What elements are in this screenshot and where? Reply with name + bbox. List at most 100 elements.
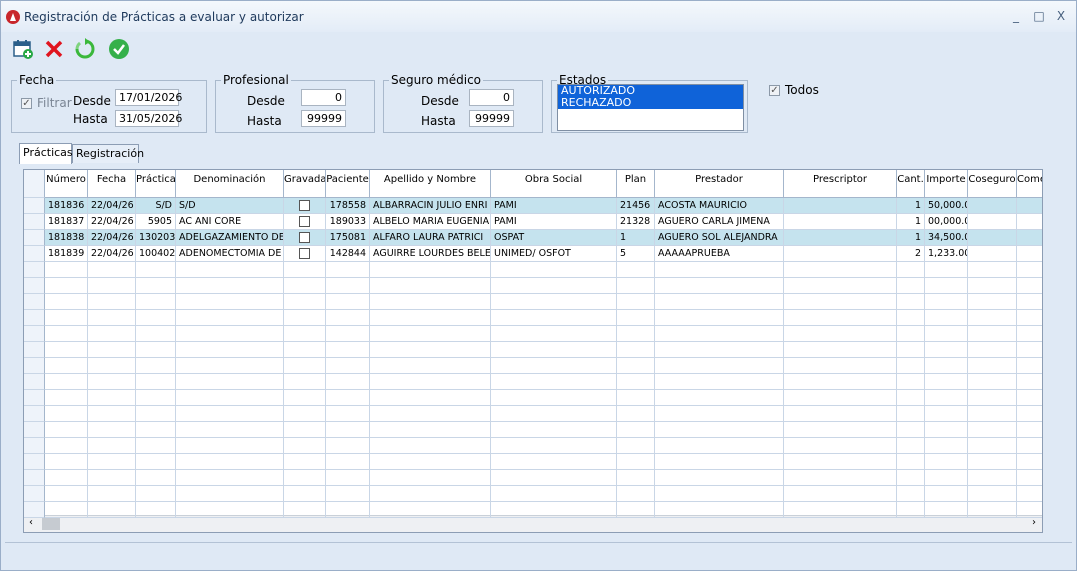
cell-numero[interactable] [45,390,88,406]
column-header-plan[interactable]: Plan [617,170,655,198]
cell-gravada[interactable] [284,422,326,438]
cell-apellido-nombre[interactable] [370,390,491,406]
gravada-checkbox[interactable] [299,248,310,259]
cell-prestador[interactable] [655,310,784,326]
cell-coseguro[interactable] [968,454,1017,470]
cell-apellido-nombre[interactable] [370,502,491,518]
cell-plan[interactable]: 5 [617,246,655,262]
profesional-desde-field[interactable]: 0 [301,89,346,106]
cell-apellido-nombre[interactable] [370,422,491,438]
cell-numero[interactable] [45,374,88,390]
cell-obra-social[interactable] [491,374,617,390]
cell-practica[interactable] [136,438,176,454]
cell-prestador[interactable] [655,390,784,406]
cell-prestador[interactable] [655,374,784,390]
cell-coseguro[interactable] [968,214,1017,230]
cell-cant[interactable] [897,358,925,374]
cell-denominacion[interactable]: ADELGAZAMIENTO DE [176,230,284,246]
cell-fecha[interactable]: 22/04/26 [88,198,136,214]
cell-numero[interactable] [45,406,88,422]
cell-importe[interactable]: 00,000.00 [925,214,968,230]
cell-practica[interactable] [136,406,176,422]
cell-prescriptor[interactable] [784,470,897,486]
cell-cant[interactable]: 1 [897,214,925,230]
cell-paciente[interactable] [326,502,370,518]
row-indicator[interactable] [24,342,45,358]
cell-importe[interactable]: 34,500.00 [925,230,968,246]
cell-gravada[interactable] [284,406,326,422]
refresh-icon[interactable] [73,38,97,62]
cell-prestador[interactable]: AAAAAPRUEBA [655,246,784,262]
cell-gravada[interactable] [284,390,326,406]
cell-numero[interactable] [45,422,88,438]
cell-cant[interactable] [897,294,925,310]
cell-obra-social[interactable]: OSPAT [491,230,617,246]
fecha-desde-field[interactable]: 17/01/2026 [115,89,182,106]
cell-coseguro[interactable] [968,438,1017,454]
cell-numero[interactable] [45,470,88,486]
cell-cant[interactable] [897,390,925,406]
cell-fecha[interactable] [88,342,136,358]
cell-plan[interactable] [617,374,655,390]
cell-importe[interactable] [925,454,968,470]
cell-prescriptor[interactable] [784,326,897,342]
cell-cant[interactable]: 2 [897,246,925,262]
cell-prestador[interactable] [655,358,784,374]
cell-practica[interactable] [136,422,176,438]
cell-come[interactable] [1017,262,1042,278]
seguro-hasta-field[interactable]: 99999 [469,110,514,127]
row-indicator[interactable] [24,278,45,294]
cell-gravada[interactable] [284,214,326,230]
cell-numero[interactable] [45,342,88,358]
column-header-obra-social[interactable]: Obra Social [491,170,617,198]
cell-come[interactable] [1017,422,1042,438]
profesional-hasta-field[interactable]: 99999 [301,110,346,127]
cell-apellido-nombre[interactable] [370,486,491,502]
cell-importe[interactable] [925,390,968,406]
cell-obra-social[interactable] [491,342,617,358]
cell-obra-social[interactable]: UNIMED/ OSFOT [491,246,617,262]
row-indicator[interactable] [24,422,45,438]
cell-cant[interactable] [897,310,925,326]
cell-come[interactable] [1017,198,1042,214]
tab-registracion[interactable]: Registración [72,144,144,163]
cell-numero[interactable] [45,294,88,310]
cell-apellido-nombre[interactable]: AGUIRRE LOURDES BELE [370,246,491,262]
cell-cant[interactable] [897,454,925,470]
row-indicator[interactable] [24,230,45,246]
filtrar-checkbox[interactable]: ✓ [21,98,32,109]
cell-obra-social[interactable] [491,502,617,518]
cell-cant[interactable] [897,422,925,438]
column-header-practica[interactable]: Práctica [136,170,176,198]
cell-obra-social[interactable] [491,438,617,454]
row-indicator[interactable] [24,486,45,502]
cell-denominacion[interactable] [176,390,284,406]
cell-gravada[interactable] [284,246,326,262]
cell-numero[interactable] [45,486,88,502]
delete-icon[interactable] [42,38,66,62]
cell-importe[interactable] [925,470,968,486]
cell-prestador[interactable] [655,406,784,422]
column-header-paciente[interactable]: Paciente [326,170,370,198]
cell-gravada[interactable] [284,358,326,374]
cell-obra-social[interactable]: PAMI [491,198,617,214]
cell-gravada[interactable] [284,230,326,246]
cell-plan[interactable] [617,406,655,422]
cell-cant[interactable] [897,438,925,454]
cell-plan[interactable] [617,310,655,326]
cell-fecha[interactable] [88,438,136,454]
cell-plan[interactable] [617,470,655,486]
cell-apellido-nombre[interactable] [370,358,491,374]
cell-paciente[interactable] [326,326,370,342]
cell-paciente[interactable] [326,470,370,486]
fecha-hasta-field[interactable]: 31/05/2026 [115,110,182,127]
cell-numero[interactable]: 181837 [45,214,88,230]
cell-numero[interactable] [45,454,88,470]
cell-paciente[interactable] [326,422,370,438]
cell-apellido-nombre[interactable] [370,342,491,358]
cell-importe[interactable] [925,374,968,390]
cell-denominacion[interactable] [176,454,284,470]
row-indicator[interactable] [24,294,45,310]
cell-gravada[interactable] [284,342,326,358]
cell-denominacion[interactable] [176,422,284,438]
